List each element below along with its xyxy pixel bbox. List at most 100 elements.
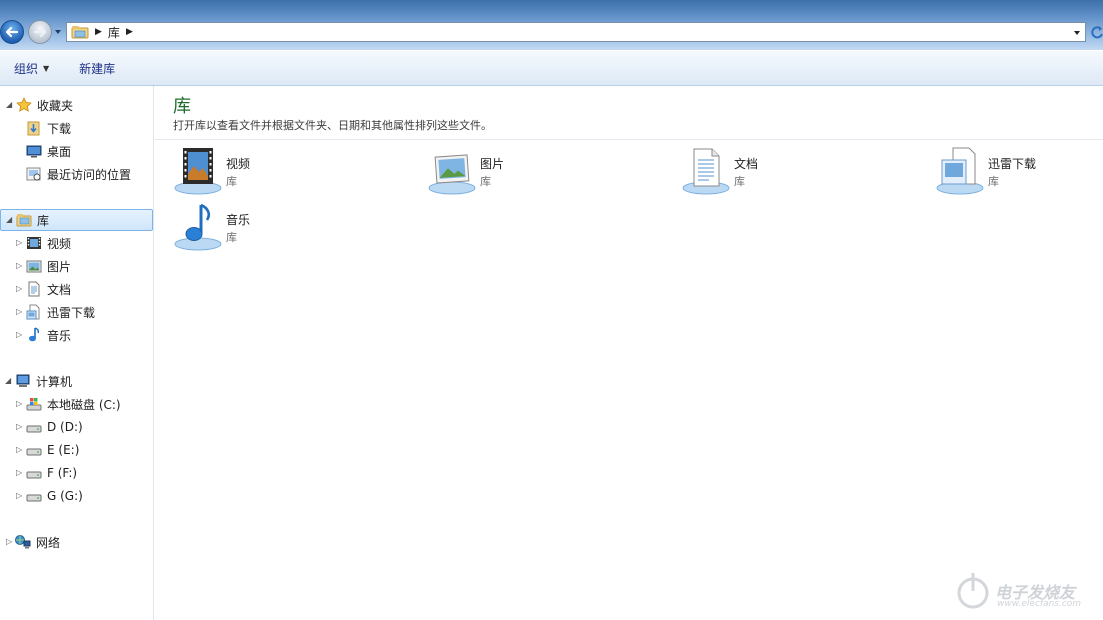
watermark: 电子发烧友 www.elecfans.com <box>955 567 1095 613</box>
nav-favorites-label: 收藏夹 <box>37 98 74 113</box>
collapsed-triangle-icon[interactable]: ▷ <box>16 308 24 316</box>
nav-computer[interactable]: ◢ 计算机 <box>0 370 153 392</box>
nav-item-music[interactable]: ▷ 音乐 <box>0 324 153 346</box>
nav-item-recent-places[interactable]: 最近访问的位置 <box>0 163 153 185</box>
library-name: 图片 <box>480 157 505 171</box>
window-titlebar: ▶ 库 ▶ <box>0 0 1103 50</box>
desktop-icon <box>26 145 42 158</box>
breadcrumb-separator-icon[interactable]: ▶ <box>95 27 102 37</box>
hard-drive-icon <box>26 448 42 456</box>
nav-drive-c[interactable]: ▷ 本地磁盘 (C:) <box>0 393 153 415</box>
breadcrumb-separator-icon[interactable]: ▶ <box>126 27 133 37</box>
nav-favorites[interactable]: ◢ 收藏夹 <box>0 94 153 116</box>
library-name: 文档 <box>734 157 759 171</box>
network-icon <box>15 535 31 549</box>
expanded-triangle-icon[interactable]: ◢ <box>5 377 13 385</box>
forward-button[interactable] <box>28 20 52 44</box>
computer-icon <box>16 374 30 387</box>
nav-item-xunlei-downloads[interactable]: ▷ 迅雷下载 <box>0 301 153 323</box>
watermark-logo-icon <box>957 573 989 609</box>
library-type: 库 <box>226 231 237 244</box>
nav-item-documents[interactable]: ▷ 文档 <box>0 278 153 300</box>
nav-item-label: 本地磁盘 (C:) <box>47 397 121 412</box>
nav-drive-e[interactable]: ▷ E (E:) <box>0 439 153 461</box>
collapsed-triangle-icon[interactable]: ▷ <box>16 423 24 431</box>
page-description: 打开库以查看文件并根据文件夹、日期和其他属性排列这些文件。 <box>173 119 492 132</box>
collapsed-triangle-icon[interactable]: ▷ <box>16 400 24 408</box>
picture-icon <box>26 260 42 273</box>
address-bar[interactable]: ▶ 库 ▶ <box>66 22 1086 42</box>
organize-label: 组织 <box>14 61 39 76</box>
video-icon <box>27 237 41 249</box>
content-pane: 库 打开库以查看文件并根据文件夹、日期和其他属性排列这些文件。 视频 库 图片 … <box>155 86 1103 620</box>
page-title: 库 <box>173 96 191 117</box>
nav-item-label: E (E:) <box>47 443 80 457</box>
music-note-icon <box>29 327 40 342</box>
nav-drive-g[interactable]: ▷ G (G:) <box>0 485 153 507</box>
nav-item-label: 文档 <box>47 282 72 297</box>
hard-drive-icon <box>26 471 42 479</box>
document-icon <box>28 281 40 297</box>
hard-drive-icon <box>26 425 42 433</box>
nav-drive-f[interactable]: ▷ F (F:) <box>0 462 153 484</box>
collapsed-triangle-icon[interactable]: ▷ <box>16 285 24 293</box>
nav-item-desktop[interactable]: 桌面 <box>0 140 153 162</box>
library-tile-xunlei-downloads[interactable]: 迅雷下载 库 <box>935 146 1103 198</box>
collapsed-triangle-icon[interactable]: ▷ <box>16 469 24 477</box>
library-name: 视频 <box>226 157 251 171</box>
star-icon <box>16 97 32 112</box>
library-folder-icon <box>16 214 32 227</box>
nav-libraries[interactable]: ◢ 库 <box>0 209 153 231</box>
expanded-triangle-icon[interactable]: ◢ <box>6 216 14 224</box>
collapsed-triangle-icon[interactable]: ▷ <box>16 262 24 270</box>
pictures-library-icon <box>428 154 476 195</box>
recent-pages-dropdown-icon[interactable] <box>54 28 62 36</box>
collapsed-triangle-icon[interactable]: ▷ <box>16 492 24 500</box>
refresh-icon[interactable] <box>1090 24 1103 40</box>
documents-library-icon <box>682 148 730 195</box>
library-type: 库 <box>480 175 491 188</box>
address-dropdown-icon[interactable] <box>1073 29 1081 37</box>
nav-item-pictures[interactable]: ▷ 图片 <box>0 255 153 277</box>
music-library-icon <box>174 203 222 251</box>
nav-item-label: 下载 <box>47 121 72 136</box>
collapsed-triangle-icon[interactable]: ▷ <box>6 538 14 546</box>
library-tile-documents[interactable]: 文档 库 <box>681 146 921 198</box>
downloads-folder-icon <box>27 121 40 136</box>
nav-network[interactable]: ▷ 网络 <box>0 531 153 553</box>
header-divider <box>155 139 1103 140</box>
organize-button[interactable]: 组织 ▼ <box>14 60 49 77</box>
library-tile-music[interactable]: 音乐 库 <box>173 202 413 254</box>
nav-computer-label: 计算机 <box>36 374 73 389</box>
nav-item-downloads[interactable]: 下载 <box>0 117 153 139</box>
chevron-down-icon: ▼ <box>43 63 50 73</box>
command-bar: 组织 ▼ 新建库 <box>0 50 1103 86</box>
nav-network-label: 网络 <box>36 535 61 550</box>
breadcrumb-libraries[interactable]: 库 <box>108 24 120 41</box>
nav-drive-d[interactable]: ▷ D (D:) <box>0 416 153 438</box>
library-type: 库 <box>734 175 745 188</box>
xunlei-library-icon <box>936 147 984 195</box>
library-tile-videos[interactable]: 视频 库 <box>173 146 413 198</box>
back-button[interactable] <box>0 20 24 44</box>
nav-item-label: G (G:) <box>47 489 83 503</box>
new-library-button[interactable]: 新建库 <box>79 60 115 77</box>
nav-item-label: 音乐 <box>47 328 72 343</box>
new-library-label: 新建库 <box>79 61 116 76</box>
nav-item-label: F (F:) <box>47 466 78 480</box>
navigation-pane: ◢ 收藏夹 下载 桌面 最近访问的位置 ◢ 库 ▷ 视频 ▷ 图片 ▷ 文档 ▷… <box>0 86 154 620</box>
library-name: 迅雷下载 <box>988 157 1037 171</box>
arrow-right-icon <box>33 26 47 38</box>
library-type: 库 <box>988 175 999 188</box>
nav-item-label: 迅雷下载 <box>47 305 96 320</box>
nav-item-videos[interactable]: ▷ 视频 <box>0 232 153 254</box>
library-tile-pictures[interactable]: 图片 库 <box>427 146 667 198</box>
nav-item-label: 图片 <box>47 259 72 274</box>
expanded-triangle-icon[interactable]: ◢ <box>6 101 14 109</box>
collapsed-triangle-icon[interactable]: ▷ <box>16 331 24 339</box>
arrow-left-icon <box>5 26 19 38</box>
collapsed-triangle-icon[interactable]: ▷ <box>16 239 24 247</box>
library-folder-icon <box>71 26 89 39</box>
collapsed-triangle-icon[interactable]: ▷ <box>16 446 24 454</box>
nav-item-label: 桌面 <box>47 144 72 159</box>
